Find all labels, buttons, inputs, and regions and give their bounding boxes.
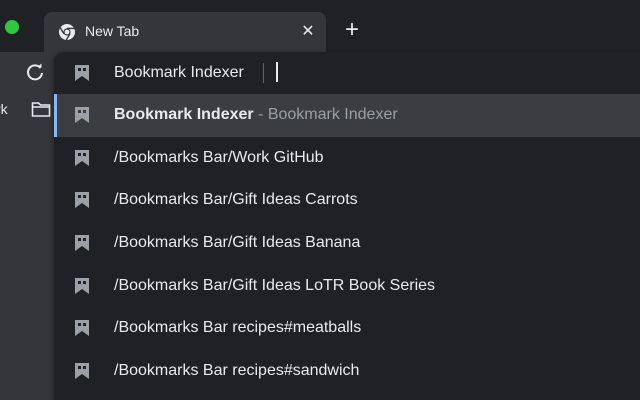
- bookmarks-bar: [0, 94, 54, 400]
- omnibox-input[interactable]: Bookmark Indexer: [114, 64, 244, 82]
- suggestion-item[interactable]: /Bookmarks Bar/Gift Ideas Banana: [54, 222, 640, 265]
- bookmark-icon: [74, 191, 90, 209]
- suggestion-title: /Bookmarks Bar recipes#sandwich: [114, 362, 360, 380]
- suggestion-text: Bookmark Indexer - Bookmark Indexer: [114, 106, 398, 124]
- bookmark-icon: [74, 234, 90, 252]
- omnibox-input-row[interactable]: Bookmark Indexer: [54, 52, 640, 94]
- suggestion-item[interactable]: Bookmark Indexer - Bookmark Indexer: [54, 94, 640, 137]
- window-maximize-button[interactable]: [5, 20, 19, 34]
- forward-button[interactable]: ›: [0, 62, 6, 82]
- suggestion-separator: -: [253, 106, 268, 123]
- suggestion-item[interactable]: /Bookmarks Bar recipes#meatballs: [54, 307, 640, 350]
- tab-strip: New Tab ✕ +: [0, 0, 640, 52]
- suggestion-description: Bookmark Indexer: [267, 106, 398, 123]
- bookmark-icon: [74, 362, 90, 380]
- tab-new-tab[interactable]: New Tab ✕: [44, 12, 326, 52]
- suggestion-title: /Bookmarks Bar/Gift Ideas Carrots: [114, 191, 358, 209]
- omnibox-popup: Bookmark Indexer Bookmark Indexer - Book…: [54, 52, 640, 400]
- tab-title: New Tab: [85, 23, 140, 39]
- suggestion-item[interactable]: /Bookmarks Bar recipes#sandwich: [54, 350, 640, 393]
- bookmark-icon: [74, 106, 90, 124]
- bookmark-icon: [74, 149, 90, 167]
- suggestion-title: Bookmark Indexer: [114, 106, 254, 123]
- reload-icon[interactable]: [24, 61, 46, 83]
- bookmark-item-label[interactable]: rk: [0, 101, 8, 117]
- input-divider: [263, 63, 264, 83]
- chrome-logo-icon: [58, 23, 76, 41]
- folder-icon[interactable]: [31, 100, 51, 118]
- close-icon[interactable]: ✕: [298, 22, 318, 42]
- suggestion-item[interactable]: /Bookmarks Bar/Gift Ideas LoTR Book Seri…: [54, 265, 640, 308]
- bookmark-icon: [74, 319, 90, 337]
- new-tab-button[interactable]: +: [341, 18, 363, 42]
- text-caret: [276, 62, 278, 82]
- bookmark-icon: [74, 277, 90, 295]
- suggestion-title: /Bookmarks Bar/Gift Ideas Banana: [114, 234, 361, 252]
- suggestion-title: /Bookmarks Bar/Work GitHub: [114, 148, 324, 166]
- suggestion-item[interactable]: /Bookmarks Bar/Gift Ideas Carrots: [54, 179, 640, 222]
- bookmark-icon: [74, 64, 90, 82]
- suggestion-item[interactable]: /Bookmarks Bar/Work GitHub: [54, 137, 640, 180]
- suggestion-list: Bookmark Indexer - Bookmark Indexer /Boo…: [54, 94, 640, 393]
- suggestion-title: /Bookmarks Bar recipes#meatballs: [114, 319, 362, 337]
- suggestion-title: /Bookmarks Bar/Gift Ideas LoTR Book Seri…: [114, 276, 436, 294]
